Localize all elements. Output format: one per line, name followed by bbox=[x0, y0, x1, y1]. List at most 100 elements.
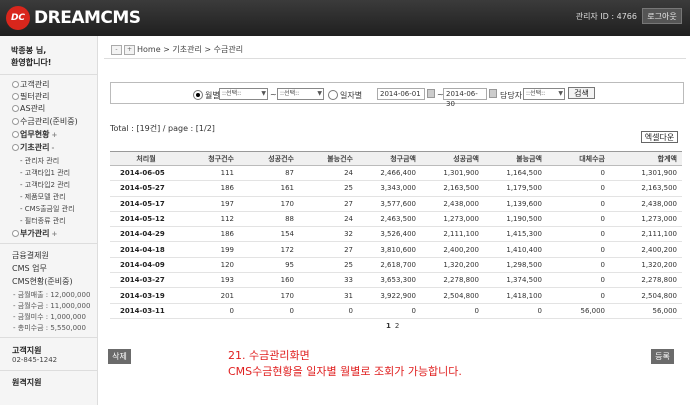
submenu-cms-withdraw[interactable]: - CMS출금일 관리 bbox=[20, 204, 75, 214]
circle-icon bbox=[12, 93, 19, 100]
table-cell: 0 bbox=[547, 257, 610, 274]
table-cell: 24 bbox=[299, 165, 358, 182]
breadcrumb-home[interactable]: Home bbox=[137, 45, 161, 54]
table-cell: 3,343,000 bbox=[358, 180, 421, 197]
divider bbox=[0, 243, 98, 244]
table-cell: 0 bbox=[547, 211, 610, 228]
page-next[interactable]: 2 bbox=[395, 322, 399, 330]
table-cell: 2,400,200 bbox=[421, 241, 484, 258]
table-cell: 201 bbox=[182, 287, 239, 304]
divider bbox=[104, 58, 686, 59]
col-header: 대체수금 bbox=[547, 151, 610, 166]
calendar-icon[interactable] bbox=[489, 89, 497, 98]
table-cell: 2014-06-05 bbox=[110, 165, 182, 182]
menu-as[interactable]: AS관리 bbox=[12, 103, 45, 114]
caption: 21. 수금관리화면 CMS수금현황을 일자별 월별로 조회가 가능합니다. bbox=[228, 348, 462, 380]
table-cell: 2,466,400 bbox=[358, 165, 421, 182]
table-row[interactable]: 2014-06-05 111 87 24 2,466,400 1,301,900 1,164… bbox=[110, 165, 682, 182]
logo[interactable]: DC DREAMCMS bbox=[6, 6, 141, 30]
greeting-name: 박종봉 님, bbox=[11, 46, 47, 55]
page-current[interactable]: 1 bbox=[386, 322, 391, 330]
menu-filter[interactable]: 필터관리 bbox=[12, 91, 49, 102]
table-cell: 33 bbox=[299, 272, 358, 289]
daily-label: 일자별 bbox=[340, 91, 363, 100]
greeting-welcome: 환영합니다! bbox=[11, 58, 52, 67]
remote-support-link[interactable]: 원격지원 bbox=[12, 377, 41, 388]
table-cell: 0 bbox=[547, 226, 610, 243]
menu-customer[interactable]: 고객관리 bbox=[12, 79, 49, 90]
date-to-input[interactable]: 2014-06-30 bbox=[443, 88, 487, 108]
table-cell: 2014-04-29 bbox=[110, 226, 182, 243]
submenu-product-model[interactable]: - 제품모델 관리 bbox=[20, 192, 66, 202]
finance-monthly-collected: - 금월수금 : 11,000,000 bbox=[13, 302, 91, 310]
calendar-icon[interactable] bbox=[427, 89, 435, 98]
excel-download-button[interactable]: 엑셀다운 bbox=[641, 131, 678, 143]
table-cell: 1,139,600 bbox=[484, 196, 547, 212]
table-cell: 1,415,300 bbox=[484, 226, 547, 243]
register-button[interactable]: 등록 bbox=[651, 349, 674, 364]
cms-status-link[interactable]: CMS현황(준비중) bbox=[12, 276, 73, 287]
table-cell: 170 bbox=[239, 196, 299, 212]
table-row[interactable]: 2014-04-09 120 95 25 2,618,700 1,320,200 1,298… bbox=[110, 257, 682, 274]
manager-select[interactable]: ::선택:: bbox=[523, 88, 565, 100]
table-cell: 0 bbox=[484, 303, 547, 319]
table-cell: 24 bbox=[299, 211, 358, 228]
table-row[interactable]: 2014-03-27 193 160 33 3,653,300 2,278,800 1,37… bbox=[110, 272, 682, 289]
month-from-select[interactable]: ::선택:: bbox=[219, 88, 268, 100]
delete-button[interactable]: 삭제 bbox=[108, 349, 131, 364]
menu-work-status[interactable]: 업무현황 + bbox=[12, 129, 57, 140]
table-row[interactable]: 2014-04-18 199 172 27 3,810,600 2,400,200 1,41… bbox=[110, 241, 682, 258]
greeting: 박종봉 님, 환영합니다! bbox=[11, 45, 51, 69]
table-cell: 2014-03-19 bbox=[110, 287, 182, 304]
table-cell: 2014-03-27 bbox=[110, 272, 182, 289]
table-row[interactable]: 2014-05-17 197 170 27 3,577,600 2,438,000 1,13… bbox=[110, 196, 682, 212]
menu-basic[interactable]: 기초관리 - bbox=[12, 142, 54, 153]
table-cell: 88 bbox=[239, 211, 299, 228]
table-cell: 0 bbox=[239, 303, 299, 319]
table-row[interactable]: 2014-03-19 201 170 31 3,922,900 2,504,800 1,41… bbox=[110, 287, 682, 304]
submenu-customer-type2[interactable]: - 고객타입2 관리 bbox=[20, 180, 70, 190]
table-row[interactable]: 2014-05-12 112 88 24 2,463,500 1,273,000 1,190… bbox=[110, 211, 682, 228]
col-header: 불능금액 bbox=[484, 151, 547, 166]
minus-icon[interactable]: - bbox=[111, 44, 122, 55]
table-cell: 32 bbox=[299, 226, 358, 243]
table-cell: 0 bbox=[547, 196, 610, 212]
logout-button[interactable]: 로그아웃 bbox=[642, 8, 682, 24]
table-cell: 1,273,000 bbox=[421, 211, 484, 228]
table-cell: 0 bbox=[547, 287, 610, 304]
submenu-customer-type1[interactable]: - 고객타입1 관리 bbox=[20, 168, 70, 178]
col-header: 처리월 bbox=[110, 151, 182, 166]
finance-total-unpaid: - 총미수금 : 5,550,000 bbox=[13, 324, 86, 332]
submenu-filter-type[interactable]: - 필터종류 관리 bbox=[20, 216, 66, 226]
table-cell: 3,577,600 bbox=[358, 196, 421, 212]
pagination: 12 bbox=[386, 322, 399, 330]
submenu-admin[interactable]: - 관리자 관리 bbox=[20, 156, 59, 166]
table-cell: 2014-05-27 bbox=[110, 180, 182, 197]
table-cell: 1,298,500 bbox=[484, 257, 547, 274]
table-cell: 2,618,700 bbox=[358, 257, 421, 274]
month-to-select[interactable]: ::선택:: bbox=[277, 88, 324, 100]
table-cell: 95 bbox=[239, 257, 299, 274]
date-from-input[interactable]: 2014-06-01 bbox=[377, 88, 425, 100]
table-cell: 2,163,500 bbox=[421, 180, 484, 197]
search-button[interactable]: 검색 bbox=[568, 87, 595, 99]
table-row[interactable]: 2014-03-11 0 0 0 0 0 0 56,000 56,000 bbox=[110, 303, 682, 319]
cms-work-link[interactable]: CMS 업무 bbox=[12, 263, 47, 274]
plus-icon[interactable]: + bbox=[124, 44, 135, 55]
table-cell: 0 bbox=[358, 303, 421, 319]
table-row[interactable]: 2014-04-29 186 154 32 3,526,400 2,111,100 1,41… bbox=[110, 226, 682, 243]
menu-collection[interactable]: 수금관리(준비중) bbox=[12, 116, 78, 127]
daily-radio[interactable] bbox=[328, 90, 338, 100]
col-header: 불능건수 bbox=[299, 151, 358, 166]
menu-extra[interactable]: 부가관리 + bbox=[12, 228, 57, 239]
breadcrumb-basic[interactable]: 기초관리 bbox=[172, 44, 201, 55]
table-cell: 0 bbox=[547, 272, 610, 289]
sidebar: 박종봉 님, 환영합니다! 고객관리 필터관리 AS관리 수금관리(준비중) 업… bbox=[0, 36, 98, 405]
monthly-label: 월별 bbox=[205, 91, 220, 100]
table-cell: 0 bbox=[547, 241, 610, 258]
monthly-radio[interactable] bbox=[193, 90, 203, 100]
table-cell: 2,504,800 bbox=[421, 287, 484, 304]
table-row[interactable]: 2014-05-27 186 161 25 3,343,000 2,163,500 1,17… bbox=[110, 180, 682, 197]
table-cell: 170 bbox=[239, 287, 299, 304]
table-cell: 25 bbox=[299, 257, 358, 274]
